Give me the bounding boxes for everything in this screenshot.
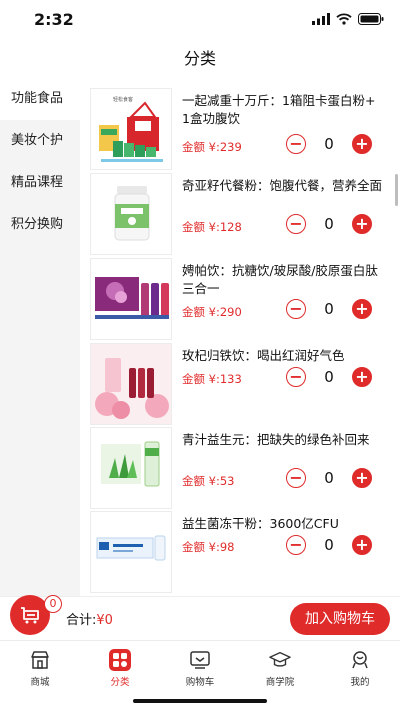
increase-button[interactable]: + — [352, 535, 372, 555]
status-bar: 2:32 — [0, 0, 400, 40]
quantity-stepper: − 0 + — [286, 134, 372, 154]
product-title[interactable]: 娉帕饮：抗糖饮/玻尿酸/胶原蛋白肽三合一 — [182, 262, 382, 298]
home-indicator — [133, 699, 267, 703]
product-title[interactable]: 青汁益生元：把缺失的绿色补回来 — [182, 431, 382, 449]
quantity-value: 0 — [324, 135, 334, 153]
wifi-icon — [336, 13, 352, 25]
product-image[interactable] — [90, 427, 172, 509]
increase-button[interactable]: + — [352, 214, 372, 234]
category-icon — [109, 649, 131, 671]
quantity-stepper: − 0 + — [286, 468, 372, 488]
category-sidebar: 功能食品 美妆个护 精品课程 积分换购 — [0, 78, 80, 596]
tab-label: 我的 — [350, 677, 370, 688]
product-title[interactable]: 益生菌冻干粉：3600亿CFU — [182, 515, 382, 533]
decrease-button[interactable]: − — [286, 214, 306, 234]
product-title[interactable]: 奇亚籽代餐粉：饱腹代餐，营养全面 — [182, 177, 382, 195]
cart-total: 合计:¥0 — [66, 609, 113, 628]
cart-count-badge: 0 — [44, 595, 62, 613]
tab-label: 商城 — [30, 677, 50, 688]
product-item[interactable]: 轻松食客 一起减重十万斤：1箱阻卡蛋白粉+1盒功腹饮 金额 ¥:239 − 0 … — [80, 88, 400, 172]
tab-label: 商学院 — [265, 677, 295, 688]
page-title: 分类 — [183, 49, 216, 68]
product-item[interactable]: 益生菌冻干粉：3600亿CFU 金额 ¥:98 − 0 + — [80, 511, 400, 595]
svg-text:轻松食客: 轻松食客 — [113, 96, 133, 103]
tab-cart[interactable]: 购物车 — [160, 641, 240, 690]
product-item[interactable]: 娉帕饮：抗糖饮/玻尿酸/胶原蛋白肽三合一 金额 ¥:290 − 0 + — [80, 258, 400, 342]
product-price: 金额 ¥:239 — [182, 140, 242, 154]
decrease-button[interactable]: − — [286, 535, 306, 555]
decrease-button[interactable]: − — [286, 468, 306, 488]
sidebar-item-functional-food[interactable]: 功能食品 — [0, 78, 80, 120]
decrease-button[interactable]: − — [286, 299, 306, 319]
product-image-jar — [91, 174, 171, 254]
battery-icon — [358, 13, 384, 25]
product-list[interactable]: 轻松食客 一起减重十万斤：1箱阻卡蛋白粉+1盒功腹饮 金额 ¥:239 − 0 … — [80, 78, 400, 596]
total-value: ¥0 — [96, 613, 113, 628]
nav-bar: 分类 — [0, 40, 400, 78]
product-image[interactable] — [90, 511, 172, 593]
profile-icon — [349, 649, 371, 671]
product-price: 金额 ¥:128 — [182, 220, 242, 234]
product-title[interactable]: 一起减重十万斤：1箱阻卡蛋白粉+1盒功腹饮 — [182, 92, 382, 128]
product-price: 金额 ¥:133 — [182, 372, 242, 386]
quantity-value: 0 — [324, 368, 334, 386]
quantity-stepper: − 0 + — [286, 299, 372, 319]
increase-button[interactable]: + — [352, 468, 372, 488]
product-image-gift-box: 轻松食客 — [91, 89, 171, 169]
quantity-value: 0 — [324, 300, 334, 318]
sidebar-item-beauty-care[interactable]: 美妆个护 — [0, 120, 80, 162]
tab-category[interactable]: 分类 — [80, 641, 160, 690]
cart-icon — [21, 607, 39, 624]
product-image-rose-drink — [91, 344, 171, 424]
tab-label: 购物车 — [185, 677, 215, 688]
increase-button[interactable]: + — [352, 134, 372, 154]
increase-button[interactable]: + — [352, 367, 372, 387]
tab-profile[interactable]: 我的 — [320, 641, 400, 690]
product-image[interactable] — [90, 258, 172, 340]
decrease-button[interactable]: − — [286, 367, 306, 387]
store-icon — [29, 649, 51, 671]
sidebar-item-courses[interactable]: 精品课程 — [0, 162, 80, 204]
tab-label: 分类 — [110, 677, 130, 688]
decrease-button[interactable]: − — [286, 134, 306, 154]
quantity-value: 0 — [324, 536, 334, 554]
product-item[interactable]: 青汁益生元：把缺失的绿色补回来 金额 ¥:53 − 0 + — [80, 427, 400, 511]
product-price: 金额 ¥:98 — [182, 540, 235, 554]
scrollbar[interactable] — [395, 174, 398, 206]
quantity-stepper: − 0 + — [286, 535, 372, 555]
quantity-value: 0 — [324, 469, 334, 487]
product-item[interactable]: 玫杞归铁饮：喝出红润好气色 金额 ¥:133 − 0 + — [80, 343, 400, 427]
product-image[interactable] — [90, 343, 172, 425]
tab-bar: 商城 分类 购物车 商学院 我的 — [0, 640, 400, 690]
tab-store[interactable]: 商城 — [0, 641, 80, 690]
increase-button[interactable]: + — [352, 299, 372, 319]
product-image-probiotic-box — [91, 512, 171, 592]
product-image[interactable]: 轻松食客 — [90, 88, 172, 170]
product-title[interactable]: 玫杞归铁饮：喝出红润好气色 — [182, 347, 382, 365]
quantity-stepper: − 0 + — [286, 367, 372, 387]
total-label: 合计: — [66, 613, 97, 628]
add-to-cart-button[interactable]: 加入购物车 — [290, 603, 390, 635]
quantity-value: 0 — [324, 215, 334, 233]
product-image[interactable] — [90, 173, 172, 255]
product-image-green-juice — [91, 428, 171, 508]
cart-bar: 0 合计:¥0 加入购物车 — [0, 595, 400, 640]
tab-academy[interactable]: 商学院 — [240, 641, 320, 690]
product-price: 金额 ¥:53 — [182, 474, 235, 488]
sidebar-item-points-exchange[interactable]: 积分换购 — [0, 204, 80, 246]
quantity-stepper: − 0 + — [286, 214, 372, 234]
product-image-drink-set — [91, 259, 171, 339]
status-time: 2:32 — [34, 10, 74, 29]
cart-icon — [189, 649, 211, 671]
status-icons — [312, 13, 384, 25]
graduation-cap-icon — [269, 649, 291, 671]
product-price: 金额 ¥:290 — [182, 305, 242, 319]
product-item[interactable]: 奇亚籽代餐粉：饱腹代餐，营养全面 金额 ¥:128 − 0 + — [80, 173, 400, 257]
signal-icon — [312, 13, 330, 25]
